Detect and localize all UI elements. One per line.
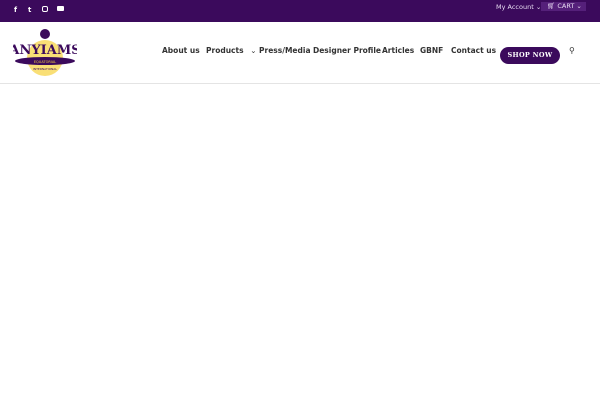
twitter-icon[interactable]: t	[28, 6, 31, 14]
my-account-label: My Account	[496, 3, 534, 11]
cart-label: CART	[557, 2, 575, 10]
nav-products-label: Products	[206, 46, 244, 55]
logo[interactable]: ANYIAMS EQUATORIAL INTERNATIONAL	[8, 28, 81, 80]
nav-press-media[interactable]: Press/Media	[259, 46, 311, 55]
cart-button[interactable]: 🛒︎ CART ⌄	[541, 2, 586, 11]
chevron-down-icon: ⌄	[250, 46, 257, 55]
header: ANYIAMS EQUATORIAL INTERNATIONAL About u…	[0, 22, 600, 84]
facebook-icon[interactable]: f	[14, 6, 17, 14]
nav-products[interactable]: Products ⌄	[206, 46, 256, 55]
search-icon[interactable]: ⚲	[569, 46, 575, 55]
nav-designer-profile[interactable]: Designer Profile	[313, 46, 381, 55]
shop-now-button[interactable]: SHOP NOW	[500, 47, 560, 64]
my-account-link[interactable]: My Account ⌄	[496, 3, 541, 11]
svg-text:EQUATORIAL: EQUATORIAL	[34, 60, 56, 64]
nav-articles[interactable]: Articles	[382, 46, 414, 55]
top-bar: f t My Account ⌄ 🛒︎ CART ⌄	[0, 0, 600, 22]
nav-contact-us[interactable]: Contact us	[451, 46, 496, 55]
nav-gbnf[interactable]: GBNF	[420, 46, 443, 55]
svg-text:ANYIAMS: ANYIAMS	[13, 43, 77, 58]
nav-about-us[interactable]: About us	[162, 46, 200, 55]
svg-text:INTERNATIONAL: INTERNATIONAL	[33, 67, 57, 71]
youtube-icon[interactable]	[57, 6, 64, 11]
instagram-icon[interactable]	[42, 6, 48, 12]
cart-icon: 🛒︎	[547, 2, 556, 10]
